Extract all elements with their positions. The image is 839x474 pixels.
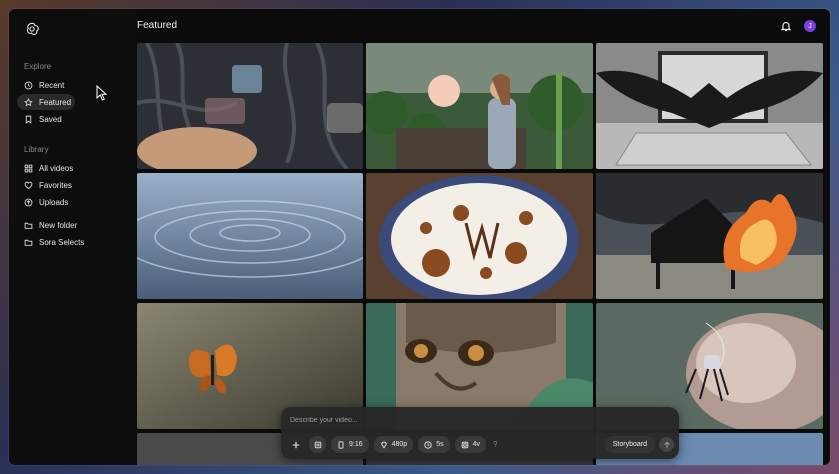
library-section-title: Library: [24, 145, 49, 154]
video-thumbnail-water-ripples[interactable]: [137, 173, 363, 299]
explore-section-title: Explore: [24, 62, 52, 71]
sidebar-item-label: Favorites: [39, 180, 72, 190]
resolution-button[interactable]: 480p: [373, 436, 414, 453]
sidebar-item-all-videos[interactable]: All videos: [17, 160, 75, 176]
duration-button[interactable]: 5s: [418, 436, 450, 453]
sidebar-item-label: Uploads: [39, 197, 69, 207]
sidebar-item-recent[interactable]: Recent: [17, 77, 75, 93]
thumbnail-image: [366, 43, 593, 169]
composer-toolbar: 9:16 480p 5s 4v ?: [287, 436, 497, 453]
thumbnail-image: [137, 173, 363, 299]
clock-icon: [24, 81, 33, 89]
openai-logo-icon[interactable]: [24, 21, 40, 37]
resolution-value: 480p: [391, 441, 408, 448]
clock-icon: [424, 440, 432, 449]
diamond-icon: [380, 441, 387, 449]
bookmark-icon: [25, 115, 32, 124]
sidebar-item-saved[interactable]: Saved: [17, 111, 75, 127]
star-icon: [24, 97, 33, 106]
avatar[interactable]: J: [804, 20, 816, 32]
bell-icon[interactable]: [780, 20, 792, 32]
thumbnail-image: [137, 43, 363, 169]
heart-icon: [24, 181, 33, 189]
video-grid: [137, 43, 823, 465]
video-thumbnail-jellyfish-rocks[interactable]: [137, 43, 363, 169]
variations-icon: [461, 441, 468, 448]
sidebar-item-sora-selects[interactable]: Sora Selects: [17, 234, 84, 250]
page-title: Featured: [137, 20, 178, 31]
aspect-ratio-button[interactable]: 9:16: [331, 436, 369, 453]
help-button[interactable]: ?: [493, 440, 497, 449]
thumbnail-image: [366, 173, 593, 299]
add-button[interactable]: [287, 436, 304, 453]
video-thumbnail-bat-laptop[interactable]: [596, 43, 823, 169]
grid-icon: [24, 164, 33, 172]
arrow-up-icon: [663, 440, 670, 448]
video-thumbnail-girl-greenhouse[interactable]: [366, 43, 593, 169]
prompt-composer: 9:16 480p 5s 4v ? Storyboard: [281, 407, 679, 459]
video-thumbnail-coffee-cup[interactable]: [366, 173, 593, 299]
sidebar: Explore Recent Featured Saved Library Al…: [9, 9, 135, 465]
sidebar-item-new-folder[interactable]: New folder: [17, 217, 78, 233]
sidebar-item-favorites[interactable]: Favorites: [17, 177, 75, 193]
portrait-icon: [338, 440, 344, 449]
upload-icon: [24, 198, 33, 206]
storyboard-button[interactable]: Storyboard: [604, 436, 655, 453]
thumbnail-image: [596, 173, 823, 299]
variations-button[interactable]: 4v: [454, 436, 487, 453]
preset-icon: [314, 441, 321, 448]
sidebar-item-label: Saved: [39, 114, 62, 124]
variations-value: 4v: [472, 441, 481, 448]
prompt-input[interactable]: [290, 413, 590, 427]
sidebar-item-label: New folder: [39, 220, 78, 230]
sidebar-item-uploads[interactable]: Uploads: [17, 194, 75, 210]
aspect-ratio-value: 9:16: [349, 441, 363, 448]
folder-icon: [24, 239, 33, 246]
plus-icon: [292, 441, 299, 448]
sidebar-item-featured[interactable]: Featured: [17, 94, 75, 110]
submit-button[interactable]: [659, 437, 674, 452]
sidebar-item-label: Featured: [39, 97, 72, 107]
app-window: Explore Recent Featured Saved Library Al…: [9, 9, 830, 465]
sidebar-item-label: All videos: [39, 163, 74, 173]
presets-button[interactable]: [309, 436, 326, 453]
video-thumbnail-burning-piano[interactable]: [596, 173, 823, 299]
mouse-cursor-icon: [96, 85, 108, 101]
sidebar-item-label: Sora Selects: [39, 237, 85, 247]
thumbnail-image: [596, 43, 823, 169]
sidebar-item-label: Recent: [39, 80, 65, 90]
folder-icon: [24, 222, 33, 229]
duration-value: 5s: [436, 441, 444, 448]
top-bar: Featured J: [135, 9, 830, 43]
